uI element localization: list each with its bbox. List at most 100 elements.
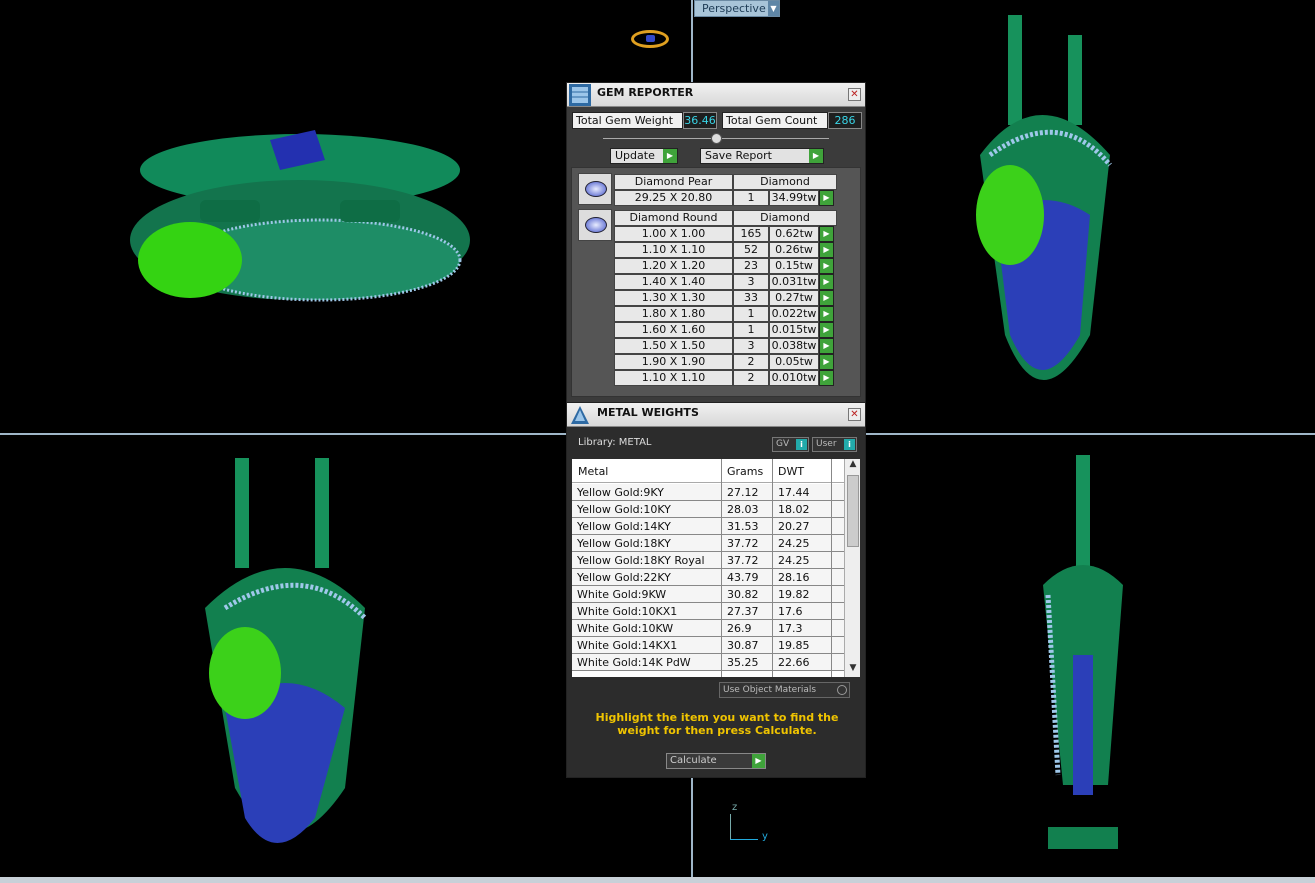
update-button[interactable]: Update ▶: [610, 148, 678, 164]
gem-weight-cell[interactable]: 0.26tw: [769, 242, 819, 258]
model-view-top-right[interactable]: [950, 15, 1130, 415]
gem-qty-cell[interactable]: 2: [733, 370, 769, 386]
metal-table-header: Metal Grams DWT: [572, 459, 844, 483]
gem-size-cell[interactable]: 29.25 X 20.80: [614, 190, 733, 206]
model-view-top-left[interactable]: [120, 110, 480, 330]
gem-qty-cell[interactable]: 52: [733, 242, 769, 258]
gem-weight-cell[interactable]: 0.15tw: [769, 258, 819, 274]
gem-weight-cell[interactable]: 0.27tw: [769, 290, 819, 306]
pear-gem-thumbnail[interactable]: [578, 173, 612, 205]
gem-name-cell[interactable]: Diamond Pear: [614, 174, 733, 190]
select-gem-button[interactable]: ▶: [819, 226, 834, 242]
scroll-down-icon[interactable]: ▼: [845, 663, 861, 677]
gem-weight-cell[interactable]: 34.99tw: [769, 190, 819, 206]
metal-metal-cell: White Gold:10KX1: [577, 605, 678, 618]
metal-grams-cell: 27.37: [727, 605, 759, 618]
table-row[interactable]: Yellow Gold:9KY 27.12 17.44: [572, 484, 844, 501]
gem-qty-cell[interactable]: 1: [733, 306, 769, 322]
total-gem-count-label: Total Gem Count: [722, 112, 828, 129]
gem-weight-cell[interactable]: 0.015tw: [769, 322, 819, 338]
select-gem-button[interactable]: ▶: [819, 322, 834, 338]
gem-size-cell[interactable]: 1.00 X 1.00: [614, 226, 733, 242]
user-toggle[interactable]: User i: [812, 437, 857, 452]
model-view-bottom-left[interactable]: [195, 458, 375, 858]
metal-metal-cell: White Gold:14K PdW: [577, 656, 691, 669]
gem-size-cell[interactable]: 1.80 X 1.80: [614, 306, 733, 322]
gem-size-cell[interactable]: 1.90 X 1.90: [614, 354, 733, 370]
column-header-metal[interactable]: Metal: [578, 465, 608, 478]
metal-grams-cell: 28.03: [727, 503, 759, 516]
table-row[interactable]: White Gold:10KW 26.9 17.3: [572, 620, 844, 637]
info-icon: i: [844, 439, 855, 450]
table-row[interactable]: White Gold:9KW 30.82 19.82: [572, 586, 844, 603]
column-header-grams[interactable]: Grams: [727, 465, 763, 478]
table-row[interactable]: Yellow Gold:14KY 31.53 20.27: [572, 518, 844, 535]
table-row[interactable]: Yellow Gold:18KY 37.72 24.25: [572, 535, 844, 552]
metal-dwt-cell: 19.82: [778, 588, 810, 601]
dropdown-arrow-icon[interactable]: ▼: [768, 1, 779, 16]
metal-dwt-cell: 17.44: [778, 486, 810, 499]
gem-qty-cell[interactable]: 165: [733, 226, 769, 242]
select-gem-button[interactable]: ▶: [819, 370, 834, 386]
save-report-button[interactable]: Save Report ▶: [700, 148, 824, 164]
gem-size-cell[interactable]: 1.30 X 1.30: [614, 290, 733, 306]
close-icon[interactable]: ✕: [848, 408, 861, 421]
table-row[interactable]: White Gold:14K PdW 35.25 22.66: [572, 654, 844, 671]
metal-grams-cell: 43.79: [727, 571, 759, 584]
table-row[interactable]: Yellow Gold:10KY 28.03 18.02: [572, 501, 844, 518]
metal-weights-titlebar[interactable]: METAL WEIGHTS ✕: [567, 403, 865, 427]
axis-z-line: [730, 814, 731, 840]
table-row[interactable]: White Gold:10KX1 27.37 17.6: [572, 603, 844, 620]
scrollbar-thumb[interactable]: [847, 475, 859, 547]
gem-qty-cell[interactable]: 3: [733, 274, 769, 290]
gem-qty-cell[interactable]: 2: [733, 354, 769, 370]
table-row[interactable]: Yellow Gold:22KY 43.79 28.16: [572, 569, 844, 586]
metal-table-scrollbar[interactable]: ▲ ▼: [844, 459, 860, 677]
calculate-button[interactable]: Calculate ▶: [666, 753, 766, 769]
size-slider-knob[interactable]: [711, 133, 722, 144]
gem-weight-cell[interactable]: 0.022tw: [769, 306, 819, 322]
gem-reporter-titlebar[interactable]: GEM REPORTER ✕: [567, 83, 865, 107]
gem-qty-cell[interactable]: 1: [733, 190, 769, 206]
table-row[interactable]: Yellow Gold:18KY Royal 37.72 24.25: [572, 552, 844, 569]
viewport-label[interactable]: Perspective ▼: [694, 0, 780, 17]
gem-size-cell[interactable]: 1.60 X 1.60: [614, 322, 733, 338]
select-gem-button[interactable]: ▶: [819, 258, 834, 274]
model-view-bottom-right[interactable]: [1028, 455, 1138, 855]
gem-material-cell[interactable]: Diamond: [733, 174, 837, 190]
table-row[interactable]: White Gold:14KX1 30.87 19.85: [572, 637, 844, 654]
column-header-dwt[interactable]: DWT: [778, 465, 804, 478]
scroll-up-icon[interactable]: ▲: [845, 459, 861, 473]
gem-qty-cell[interactable]: 1: [733, 322, 769, 338]
gem-weight-cell[interactable]: 0.62tw: [769, 226, 819, 242]
gem-weight-cell[interactable]: 0.038tw: [769, 338, 819, 354]
gem-weight-cell[interactable]: 0.010tw: [769, 370, 819, 386]
gem-size-cell[interactable]: 1.10 X 1.10: [614, 242, 733, 258]
gem-material-cell[interactable]: Diamond: [733, 210, 837, 226]
metal-dwt-cell: 24.25: [778, 537, 810, 550]
select-gem-button[interactable]: ▶: [819, 274, 834, 290]
gv-toggle[interactable]: GV i: [772, 437, 809, 452]
gem-weight-cell[interactable]: 0.05tw: [769, 354, 819, 370]
gem-qty-cell[interactable]: 3: [733, 338, 769, 354]
use-object-materials-toggle[interactable]: Use Object Materials: [719, 682, 850, 698]
gem-size-cell[interactable]: 1.20 X 1.20: [614, 258, 733, 274]
ring-thumbnail-icon: [631, 30, 669, 48]
gem-size-cell[interactable]: 1.10 X 1.10: [614, 370, 733, 386]
gem-size-cell[interactable]: 1.40 X 1.40: [614, 274, 733, 290]
select-gem-button[interactable]: ▶: [819, 354, 834, 370]
select-gem-button[interactable]: ▶: [819, 190, 834, 206]
gem-weight-cell[interactable]: 0.031tw: [769, 274, 819, 290]
select-gem-button[interactable]: ▶: [819, 338, 834, 354]
gem-size-cell[interactable]: 1.50 X 1.50: [614, 338, 733, 354]
metal-dwt-cell: 17.6: [778, 605, 803, 618]
select-gem-button[interactable]: ▶: [819, 306, 834, 322]
close-icon[interactable]: ✕: [848, 88, 861, 101]
round-gem-thumbnail[interactable]: [578, 209, 612, 241]
select-gem-button[interactable]: ▶: [819, 290, 834, 306]
select-gem-button[interactable]: ▶: [819, 242, 834, 258]
gem-qty-cell[interactable]: 33: [733, 290, 769, 306]
metal-dwt-cell: 28.16: [778, 571, 810, 584]
gem-qty-cell[interactable]: 23: [733, 258, 769, 274]
gem-name-cell[interactable]: Diamond Round: [614, 210, 733, 226]
